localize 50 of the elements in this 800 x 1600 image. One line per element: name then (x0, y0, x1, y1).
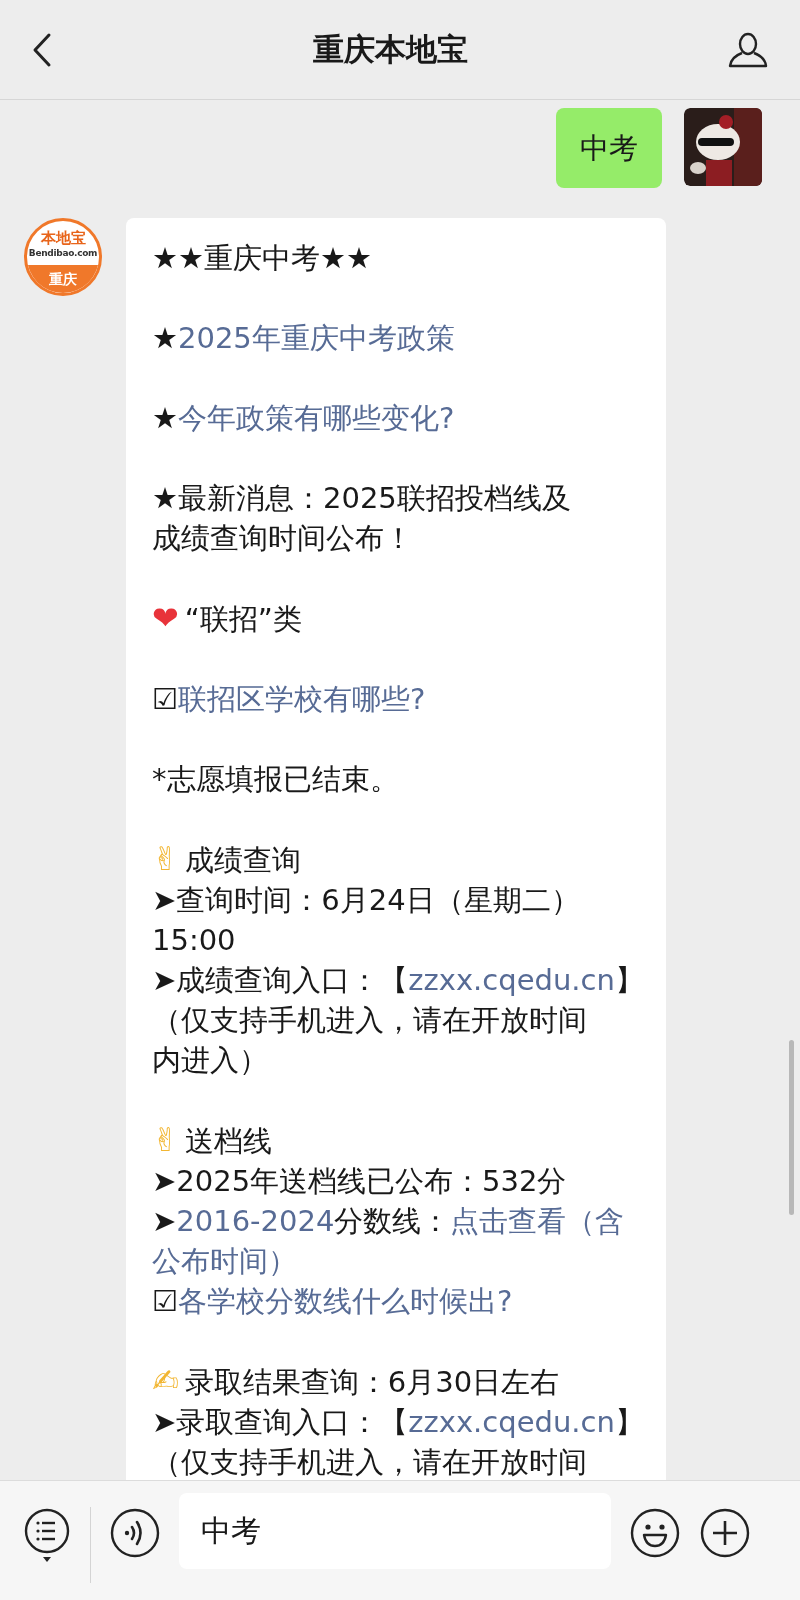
message-text: 录取结果查询：6月30日左右 (184, 1365, 560, 1399)
message-text: ★★重庆中考★★ (152, 241, 372, 275)
text-link[interactable]: 公布时间） (152, 1244, 297, 1278)
message-text: 送档线 (184, 1124, 272, 1158)
message-text: ☑ (152, 682, 178, 716)
logo-text: 重庆 (27, 265, 99, 293)
logo-text: 本地宝 (40, 229, 86, 247)
logo-text: Bendibao.com (28, 247, 98, 259)
message-text: *志愿填报已结束。 (152, 762, 399, 796)
message-input[interactable]: 中考 (179, 1493, 611, 1569)
message-bubble: 中考 (556, 108, 662, 188)
profile-icon[interactable] (728, 31, 768, 68)
message-text: ★最新消息：2025联招投档线及 (152, 481, 571, 515)
menu-icon[interactable] (22, 1507, 72, 1563)
message-text: ★ (152, 401, 178, 435)
text-link[interactable]: zzxx.cqedu.cn (408, 1405, 615, 1439)
message-text: “联招”类 (184, 602, 302, 636)
text-link[interactable]: 联招区学校有哪些? (178, 682, 426, 716)
message-text: 】 (614, 963, 644, 997)
emoji-icon: ✍ (152, 1362, 179, 1400)
message-text: 内进入） (152, 1043, 268, 1077)
message-text: ➤2025年送档线已公布：532分 (152, 1164, 567, 1198)
text-link[interactable]: 各学校分数线什么时候出? (178, 1284, 513, 1318)
add-icon[interactable] (699, 1507, 751, 1559)
message-text: ➤录取查询入口：【 (152, 1405, 409, 1439)
emoji-icon: ✌ (152, 840, 179, 878)
message-text: ☑ (152, 1284, 178, 1318)
emoji-icon: ❤ (152, 599, 179, 637)
text-link[interactable]: zzxx.cqedu.cn (408, 963, 615, 997)
emoji-icon: ✌ (152, 1121, 179, 1159)
back-icon[interactable] (32, 31, 52, 68)
message-text: ➤ (152, 1204, 177, 1238)
scrollbar[interactable] (789, 1040, 794, 1215)
message-text: 分数线： (334, 1204, 451, 1238)
message-text: （仅支持手机进入，请在开放时间 (152, 1445, 587, 1479)
message-text: ➤查询时间：6月24日（星期二） (152, 883, 580, 917)
text-link[interactable]: 点击查看（含 (450, 1204, 625, 1238)
message-text: 15:00 (152, 923, 236, 957)
emoji-icon[interactable] (629, 1507, 681, 1559)
message-text: 成绩查询 (184, 843, 301, 877)
text-link[interactable]: 2025年重庆中考政策 (178, 321, 455, 355)
message-text: ★ (152, 321, 178, 355)
message-text: ➤成绩查询入口：【 (152, 963, 409, 997)
message-text: （仅支持手机进入，请在开放时间 (152, 1003, 587, 1037)
window-title: 重庆本地宝 (312, 29, 468, 69)
message-text: 成绩查询时间公布！ (152, 521, 413, 555)
text-link[interactable]: 2016-2024 (176, 1204, 335, 1238)
voice-icon[interactable] (109, 1507, 161, 1559)
text-link[interactable]: 今年政策有哪些变化? (178, 401, 455, 435)
message-text: 】 (614, 1405, 644, 1439)
